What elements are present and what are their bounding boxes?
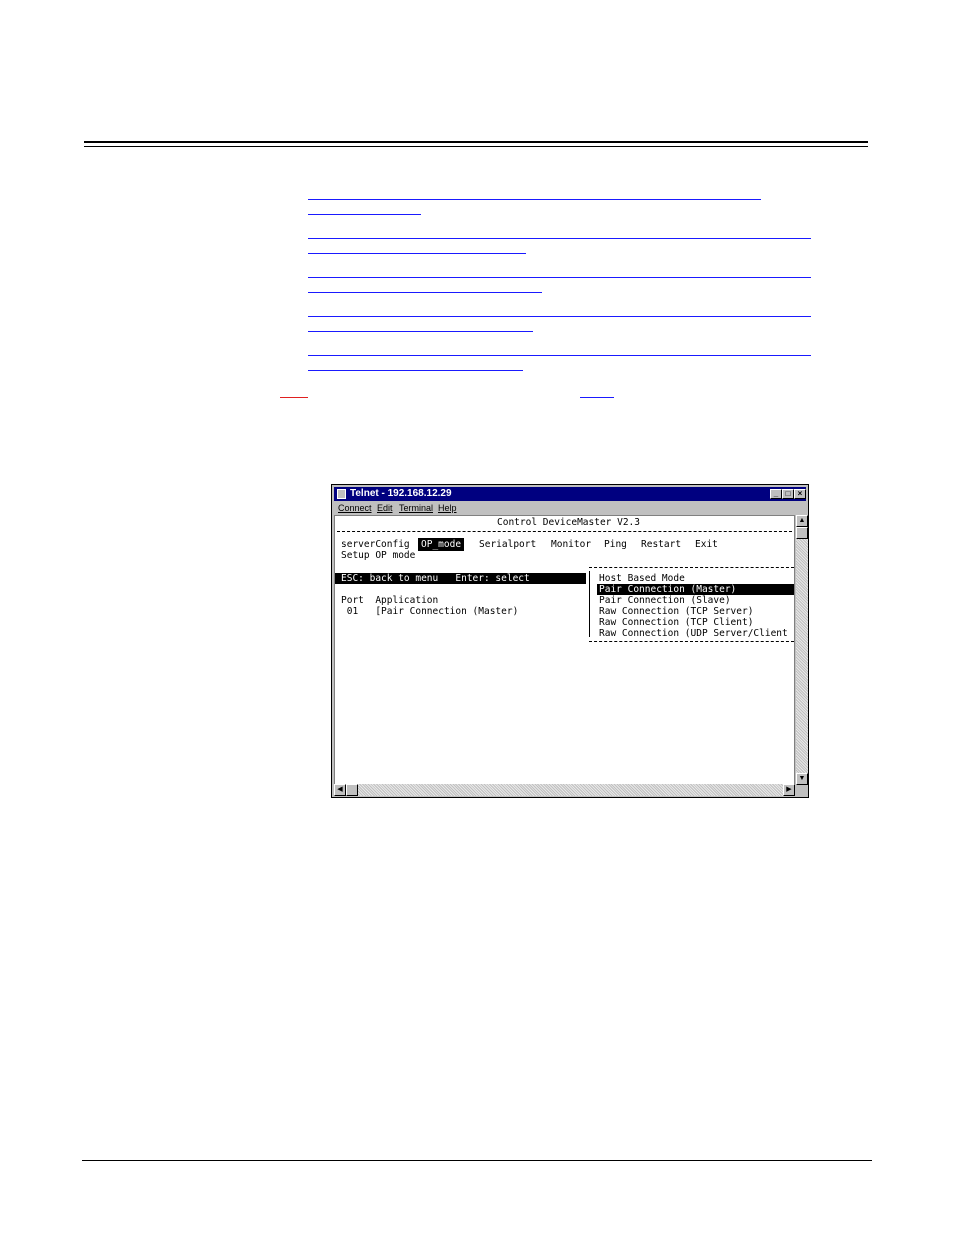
dropdown-option-selected[interactable]: Pair Connection (Master)	[597, 584, 794, 595]
dropdown-option[interactable]: Raw Connection (TCP Server)	[599, 606, 753, 617]
telnet-app-icon	[337, 489, 346, 499]
scroll-down-button[interactable]: ▼	[796, 773, 808, 785]
maximize-button[interactable]: □	[782, 489, 794, 499]
link-underline[interactable]	[308, 370, 523, 371]
vertical-scrollbar[interactable]: ▲ ▼	[796, 515, 808, 785]
close-button[interactable]: ×	[794, 489, 806, 499]
table-header: Port Application	[341, 595, 439, 606]
title-bar[interactable]: Telnet - 192.168.12.29 _ □ ×	[334, 487, 806, 501]
nav-monitor[interactable]: Monitor	[551, 539, 591, 550]
link-underline[interactable]	[308, 253, 526, 254]
terminal-header: Control DeviceMaster V2.3	[497, 517, 640, 528]
window-title: Telnet - 192.168.12.29	[350, 488, 452, 499]
nav-serverconfig[interactable]: serverConfig	[341, 539, 410, 550]
screen-subtitle: Setup OP mode	[341, 550, 416, 561]
link-underline[interactable]	[580, 397, 614, 398]
red-link-underline[interactable]	[280, 397, 308, 398]
dropdown-top-border	[589, 567, 794, 568]
link-underline[interactable]	[308, 292, 542, 293]
dropdown-option[interactable]: Host Based Mode	[599, 573, 685, 584]
link-underline[interactable]	[308, 316, 811, 317]
nav-exit[interactable]: Exit	[695, 539, 718, 550]
nav-op-mode-label: OP_mode	[419, 539, 464, 550]
scroll-up-button[interactable]: ▲	[796, 515, 808, 527]
menu-edit[interactable]: Edit	[377, 502, 393, 514]
table-row[interactable]: 01 [Pair Connection (Master)	[341, 606, 519, 617]
nav-op-mode[interactable]: OP_mode	[417, 538, 465, 551]
nav-restart[interactable]: Restart	[641, 539, 681, 550]
nav-serialport[interactable]: Serialport	[479, 539, 536, 550]
menu-help[interactable]: Help	[438, 502, 457, 514]
horizontal-scrollbar[interactable]: ◀ ▶	[334, 784, 795, 796]
horizontal-scroll-thumb[interactable]	[346, 784, 358, 796]
menu-terminal[interactable]: Terminal	[399, 502, 433, 514]
dropdown-option[interactable]: Pair Connection (Slave)	[599, 595, 731, 606]
nav-ping[interactable]: Ping	[604, 539, 627, 550]
link-underline[interactable]	[308, 199, 761, 200]
help-bar: ESC: back to menu Enter: select	[335, 573, 586, 584]
dashed-separator	[337, 531, 792, 532]
dropdown-option[interactable]: Raw Connection (UDP Server/Client	[599, 628, 788, 639]
header-rule-thin	[84, 146, 868, 147]
link-underline[interactable]	[308, 277, 811, 278]
scroll-left-button[interactable]: ◀	[334, 784, 346, 796]
vertical-scroll-thumb[interactable]	[796, 527, 808, 539]
terminal-area[interactable]: Control DeviceMaster V2.3 serverConfig O…	[334, 515, 795, 785]
link-underline[interactable]	[308, 355, 811, 356]
dropdown-left-border	[589, 571, 591, 637]
dropdown-option[interactable]: Raw Connection (TCP Client)	[599, 617, 753, 628]
header-rule-thick	[84, 141, 868, 143]
link-underline[interactable]	[308, 331, 533, 332]
menu-connect[interactable]: Connect	[338, 502, 372, 514]
footer-rule	[82, 1160, 872, 1161]
minimize-button[interactable]: _	[770, 489, 782, 499]
telnet-window: Telnet - 192.168.12.29 _ □ × Connect Edi…	[331, 484, 809, 798]
link-underline[interactable]	[308, 214, 421, 215]
dropdown-bottom-border	[589, 641, 794, 642]
scroll-right-button[interactable]: ▶	[783, 784, 795, 796]
link-underline[interactable]	[308, 238, 811, 239]
menu-bar: Connect Edit Terminal Help	[334, 502, 806, 514]
